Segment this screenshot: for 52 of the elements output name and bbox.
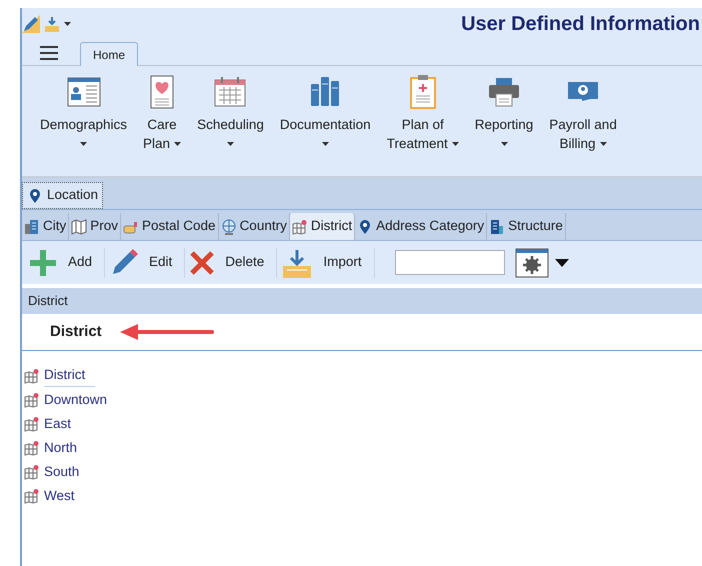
ribbon-button[interactable]: Plan of Treatment — [378, 74, 467, 153]
list-item[interactable]: South — [44, 462, 90, 482]
download-tray-icon — [281, 248, 314, 278]
ribbon-button[interactable]: Care Plan — [135, 74, 190, 153]
toolbar-button[interactable]: Edit — [109, 248, 186, 278]
caret-icon — [600, 142, 607, 146]
caret-icon — [500, 142, 508, 146]
map-pin-icon — [24, 464, 40, 480]
caret-icon — [322, 142, 329, 146]
toolbar-button[interactable]: Import — [281, 248, 375, 278]
list-item[interactable]: Downtown — [44, 390, 118, 410]
map-pin-icon — [292, 218, 308, 234]
list-item[interactable]: East — [44, 414, 82, 434]
close-icon — [189, 250, 216, 276]
list-item[interactable]: North — [44, 438, 88, 458]
map-pin-icon — [24, 488, 40, 504]
caret-icon — [226, 142, 234, 146]
toolbar-button[interactable]: Add — [28, 248, 106, 278]
plus-icon — [28, 248, 58, 278]
caret-icon — [452, 142, 459, 146]
caret-icon — [80, 142, 88, 146]
map-pin-icon — [24, 368, 40, 384]
column-heading: District — [50, 322, 102, 342]
map-pin-icon — [24, 440, 40, 456]
building-icon — [489, 218, 506, 234]
ribbon-button[interactable]: Reporting — [466, 74, 542, 153]
ribbon-button[interactable]: Demographics — [32, 74, 136, 153]
map-icon — [71, 218, 88, 234]
toolbar-button[interactable]: Delete — [189, 248, 278, 278]
pencil-ruler-icon[interactable] — [22, 15, 40, 33]
map-pin-icon — [24, 392, 40, 408]
ribbon-button[interactable]: Documentation — [272, 74, 379, 153]
caret-icon — [64, 22, 71, 26]
download-tray-icon[interactable] — [44, 16, 60, 32]
map-pin-icon — [24, 416, 40, 432]
sub-tab[interactable]: District — [290, 213, 356, 240]
ribbon-button[interactable]: Payroll and Billing — [541, 74, 625, 153]
pin-icon — [27, 188, 43, 204]
list-item[interactable]: District — [44, 365, 96, 387]
caret-icon — [174, 142, 182, 146]
caret-icon[interactable] — [554, 258, 569, 266]
grid-header: District — [22, 288, 702, 314]
search-field[interactable] — [394, 250, 505, 275]
list-item[interactable]: West — [44, 486, 85, 506]
globe-icon — [220, 218, 237, 234]
ribbon-tab[interactable]: Home — [80, 42, 138, 66]
menu-icon[interactable] — [40, 46, 58, 60]
document-tab[interactable]: Location — [22, 182, 104, 209]
ribbon-button[interactable]: Scheduling — [189, 74, 272, 153]
window-title: User Defined Information — [461, 12, 700, 37]
settings-icon[interactable] — [514, 248, 549, 278]
building-icon — [24, 218, 40, 234]
